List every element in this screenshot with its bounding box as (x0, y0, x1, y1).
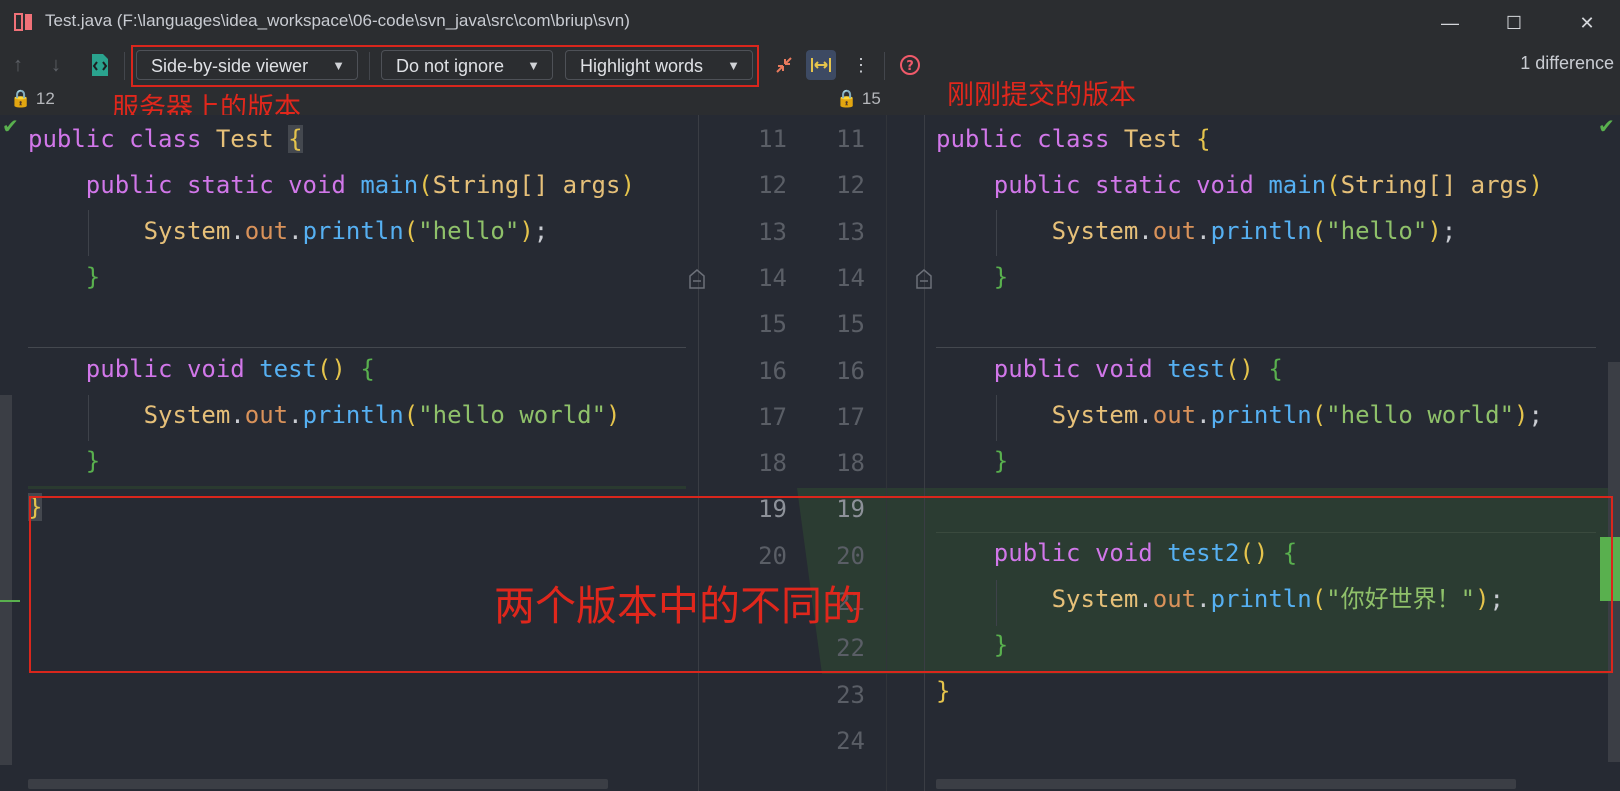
line-number: 12 (836, 171, 865, 200)
line-number: 14 (758, 263, 787, 292)
highlight-select-label: Highlight words (580, 56, 704, 76)
line-number: 13 (758, 217, 787, 246)
line-number: 11 (836, 125, 865, 153)
next-difference-icon[interactable]: ↓ (51, 54, 61, 77)
ignore-select-label: Do not ignore (396, 56, 505, 76)
line-number: 11 (758, 125, 787, 153)
method-separator (28, 347, 686, 348)
svg-text:?: ? (906, 59, 914, 74)
toolbar-separator (124, 52, 125, 80)
toolbar-separator (884, 52, 885, 80)
indent-guide (996, 395, 997, 441)
difference-count: 1 difference (1520, 53, 1614, 73)
line-number: 17 (758, 402, 787, 431)
indent-guide (996, 210, 997, 256)
jump-to-source-icon[interactable] (90, 53, 110, 77)
line-number: 24 (836, 726, 865, 755)
gutter-divider (886, 115, 887, 791)
line-number: 18 (758, 449, 787, 478)
line-number: 12 (758, 171, 787, 200)
line-number: 15 (836, 310, 865, 339)
chevron-down-icon: ▼ (332, 58, 345, 73)
check-icon: ✔ (2, 116, 19, 138)
line-number: 18 (836, 449, 865, 478)
method-separator (936, 532, 1596, 533)
indent-guide (996, 580, 997, 626)
left-revision: 🔒 12 (10, 89, 55, 109)
lock-icon: 🔒 (836, 89, 858, 108)
lock-icon: 🔒 (10, 89, 32, 108)
viewer-select-label: Side-by-side viewer (151, 56, 309, 76)
fold-icon[interactable] (915, 268, 933, 290)
right-horizontal-scrollbar[interactable] (936, 779, 1516, 789)
line-number: 15 (758, 310, 787, 339)
ignore-select[interactable]: Do not ignore ▼ (381, 50, 553, 80)
close-button[interactable]: ✕ (1570, 8, 1604, 38)
help-icon[interactable]: ? (895, 50, 925, 80)
diff-app-icon (14, 13, 32, 31)
previous-difference-icon[interactable]: ↑ (13, 54, 23, 77)
line-number: 16 (758, 356, 787, 385)
viewer-select[interactable]: Side-by-side viewer ▼ (136, 50, 358, 80)
difference-annotation: 两个版本中的不同的 (494, 582, 863, 630)
sync-scroll-icon (811, 58, 831, 72)
check-icon: ✔ (1598, 116, 1615, 138)
fold-icon[interactable] (688, 268, 706, 290)
minimize-button[interactable]: — (1433, 8, 1467, 38)
more-options-icon[interactable]: ⋮ (846, 50, 876, 80)
line-number: 14 (836, 263, 865, 292)
chevron-down-icon: ▼ (527, 58, 540, 73)
method-separator (936, 347, 1596, 348)
line-number: 23 (836, 680, 865, 709)
left-horizontal-scrollbar[interactable] (28, 779, 608, 789)
right-revision: 🔒 15 (836, 89, 881, 109)
line-number: 19 (836, 495, 865, 524)
committed-version-annotation: 刚刚提交的版本 (947, 80, 1136, 111)
line-number: 17 (836, 402, 865, 431)
left-code-clip (686, 116, 698, 576)
collapse-unchanged-icon[interactable] (769, 50, 799, 80)
pane-divider-left (698, 115, 699, 791)
maximize-button[interactable]: ☐ (1497, 8, 1531, 38)
left-code[interactable]: public class Test { public static void m… (28, 116, 635, 530)
indent-guide (88, 395, 89, 441)
line-number: 19 (758, 495, 787, 524)
toolbar-separator (369, 52, 370, 80)
left-change-marker (0, 600, 20, 602)
line-number-gutter (698, 115, 925, 791)
indent-guide (88, 210, 89, 256)
pane-divider-right (924, 115, 925, 791)
right-revision-number: 15 (861, 89, 881, 108)
sync-scroll-toggle[interactable] (806, 50, 836, 80)
line-number: 13 (836, 217, 865, 246)
chevron-down-icon: ▼ (727, 58, 740, 73)
left-revision-number: 12 (35, 89, 55, 108)
line-number: 16 (836, 356, 865, 385)
highlight-select[interactable]: Highlight words ▼ (565, 50, 753, 80)
left-scrollbar[interactable] (0, 395, 12, 765)
right-change-marker (1600, 537, 1620, 601)
right-code[interactable]: public class Test { public static void m… (936, 116, 1543, 714)
window-title: Test.java (F:\languages\idea_workspace\0… (45, 11, 630, 30)
line-number: 22 (836, 634, 865, 663)
